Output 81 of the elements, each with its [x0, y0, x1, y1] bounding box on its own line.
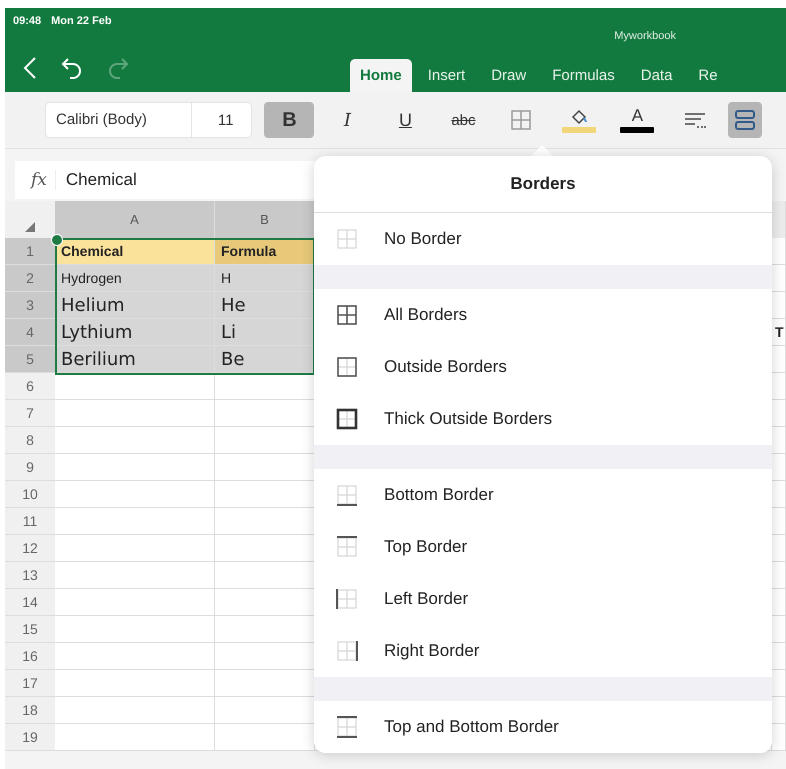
table-cell: T — [772, 319, 786, 346]
row-header[interactable]: 3 — [5, 292, 55, 319]
menu-item[interactable]: Thick Outside Borders — [314, 393, 772, 445]
strikethrough-button[interactable]: abc — [438, 102, 488, 138]
font-color-button[interactable]: A — [612, 102, 662, 138]
row-header[interactable]: 18 — [5, 697, 55, 724]
menu-item[interactable]: Left Border — [314, 573, 772, 625]
menu-item[interactable]: All Borders — [314, 289, 772, 341]
grid-icon — [510, 109, 532, 131]
border-icon — [336, 304, 358, 326]
menu-item[interactable]: Top Border — [314, 521, 772, 573]
border-icon — [336, 484, 358, 506]
table-cell: Lythium — [55, 319, 215, 346]
status-date: Mon 22 Feb — [51, 15, 112, 27]
select-all-corner[interactable] — [5, 201, 55, 238]
table-cell: Formula — [215, 238, 315, 265]
row-header[interactable]: 10 — [5, 481, 55, 508]
border-icon — [336, 716, 358, 738]
paint-bucket-icon — [569, 107, 590, 125]
table-cell: Li — [215, 319, 315, 346]
wrap-text-button[interactable] — [728, 102, 762, 138]
align-lines-icon — [683, 111, 708, 129]
border-icon — [336, 408, 358, 430]
table-cell: Be — [215, 346, 315, 373]
row-header[interactable]: 17 — [5, 670, 55, 697]
row-header[interactable]: 5 — [5, 346, 55, 373]
function-label: fx — [15, 170, 56, 190]
row-header[interactable]: 19 — [5, 724, 55, 751]
border-icon — [336, 356, 358, 378]
no-border-icon — [336, 228, 358, 250]
row-header[interactable]: 8 — [5, 427, 55, 454]
row-header[interactable]: 9 — [5, 454, 55, 481]
table-cell: Helium — [55, 292, 215, 319]
row-header[interactable]: 4 — [5, 319, 55, 346]
row-header[interactable]: 1 — [5, 238, 55, 265]
font-name[interactable]: Calibri (Body) — [46, 103, 192, 137]
font-size[interactable]: 11 — [192, 112, 252, 128]
ribbon-tab[interactable]: Formulas — [542, 59, 625, 92]
border-icon — [336, 588, 358, 610]
border-icon — [336, 536, 358, 558]
font-picker[interactable]: Calibri (Body) 11 — [45, 102, 252, 138]
table-cell: Chemical — [55, 238, 215, 265]
redo-icon — [107, 57, 129, 79]
ribbon-tab[interactable]: Data — [630, 59, 682, 92]
corner-triangle-icon — [25, 222, 35, 232]
column-header[interactable]: B — [215, 201, 315, 238]
status-time: 09:48 — [13, 15, 42, 27]
row-header[interactable]: 15 — [5, 616, 55, 643]
underline-button[interactable]: U — [380, 102, 430, 138]
ribbon-tab[interactable]: Draw — [481, 59, 536, 92]
stacked-boxes-icon — [734, 108, 756, 132]
table-cell: He — [215, 292, 315, 319]
ribbon-tab[interactable]: Home — [350, 59, 412, 92]
back-icon — [23, 56, 37, 80]
row-header[interactable]: 16 — [5, 643, 55, 670]
row-header[interactable]: 14 — [5, 589, 55, 616]
undo-button[interactable] — [61, 57, 83, 79]
row-header[interactable]: 7 — [5, 400, 55, 427]
back-button[interactable] — [23, 56, 37, 80]
table-cell: Hydrogen — [55, 265, 215, 292]
menu-item[interactable]: Right Border — [314, 625, 772, 677]
row-header[interactable]: 2 — [5, 265, 55, 292]
bold-button[interactable]: B — [264, 102, 314, 138]
formula-value[interactable]: Chemical — [56, 170, 137, 190]
undo-icon — [61, 57, 83, 79]
menu-item[interactable]: Outside Borders — [314, 341, 772, 393]
column-header[interactable]: A — [55, 201, 215, 238]
border-icon — [336, 640, 358, 662]
workbook-title: Myworkbook — [614, 30, 676, 44]
table-cell: Berilium — [55, 346, 215, 373]
italic-button[interactable]: I — [322, 102, 372, 138]
menu-item[interactable]: Bottom Border — [314, 469, 772, 521]
ribbon-tab[interactable]: Re — [688, 59, 728, 92]
table-cell: H — [215, 265, 315, 292]
ribbon-tab[interactable]: Insert — [418, 59, 476, 92]
row-header[interactable]: 11 — [5, 508, 55, 535]
menu-item[interactable]: No Border — [314, 213, 772, 265]
row-header[interactable]: 13 — [5, 562, 55, 589]
menu-item[interactable]: Top and Bottom Border — [314, 701, 772, 753]
row-header[interactable]: 12 — [5, 535, 55, 562]
row-header[interactable]: 6 — [5, 373, 55, 400]
